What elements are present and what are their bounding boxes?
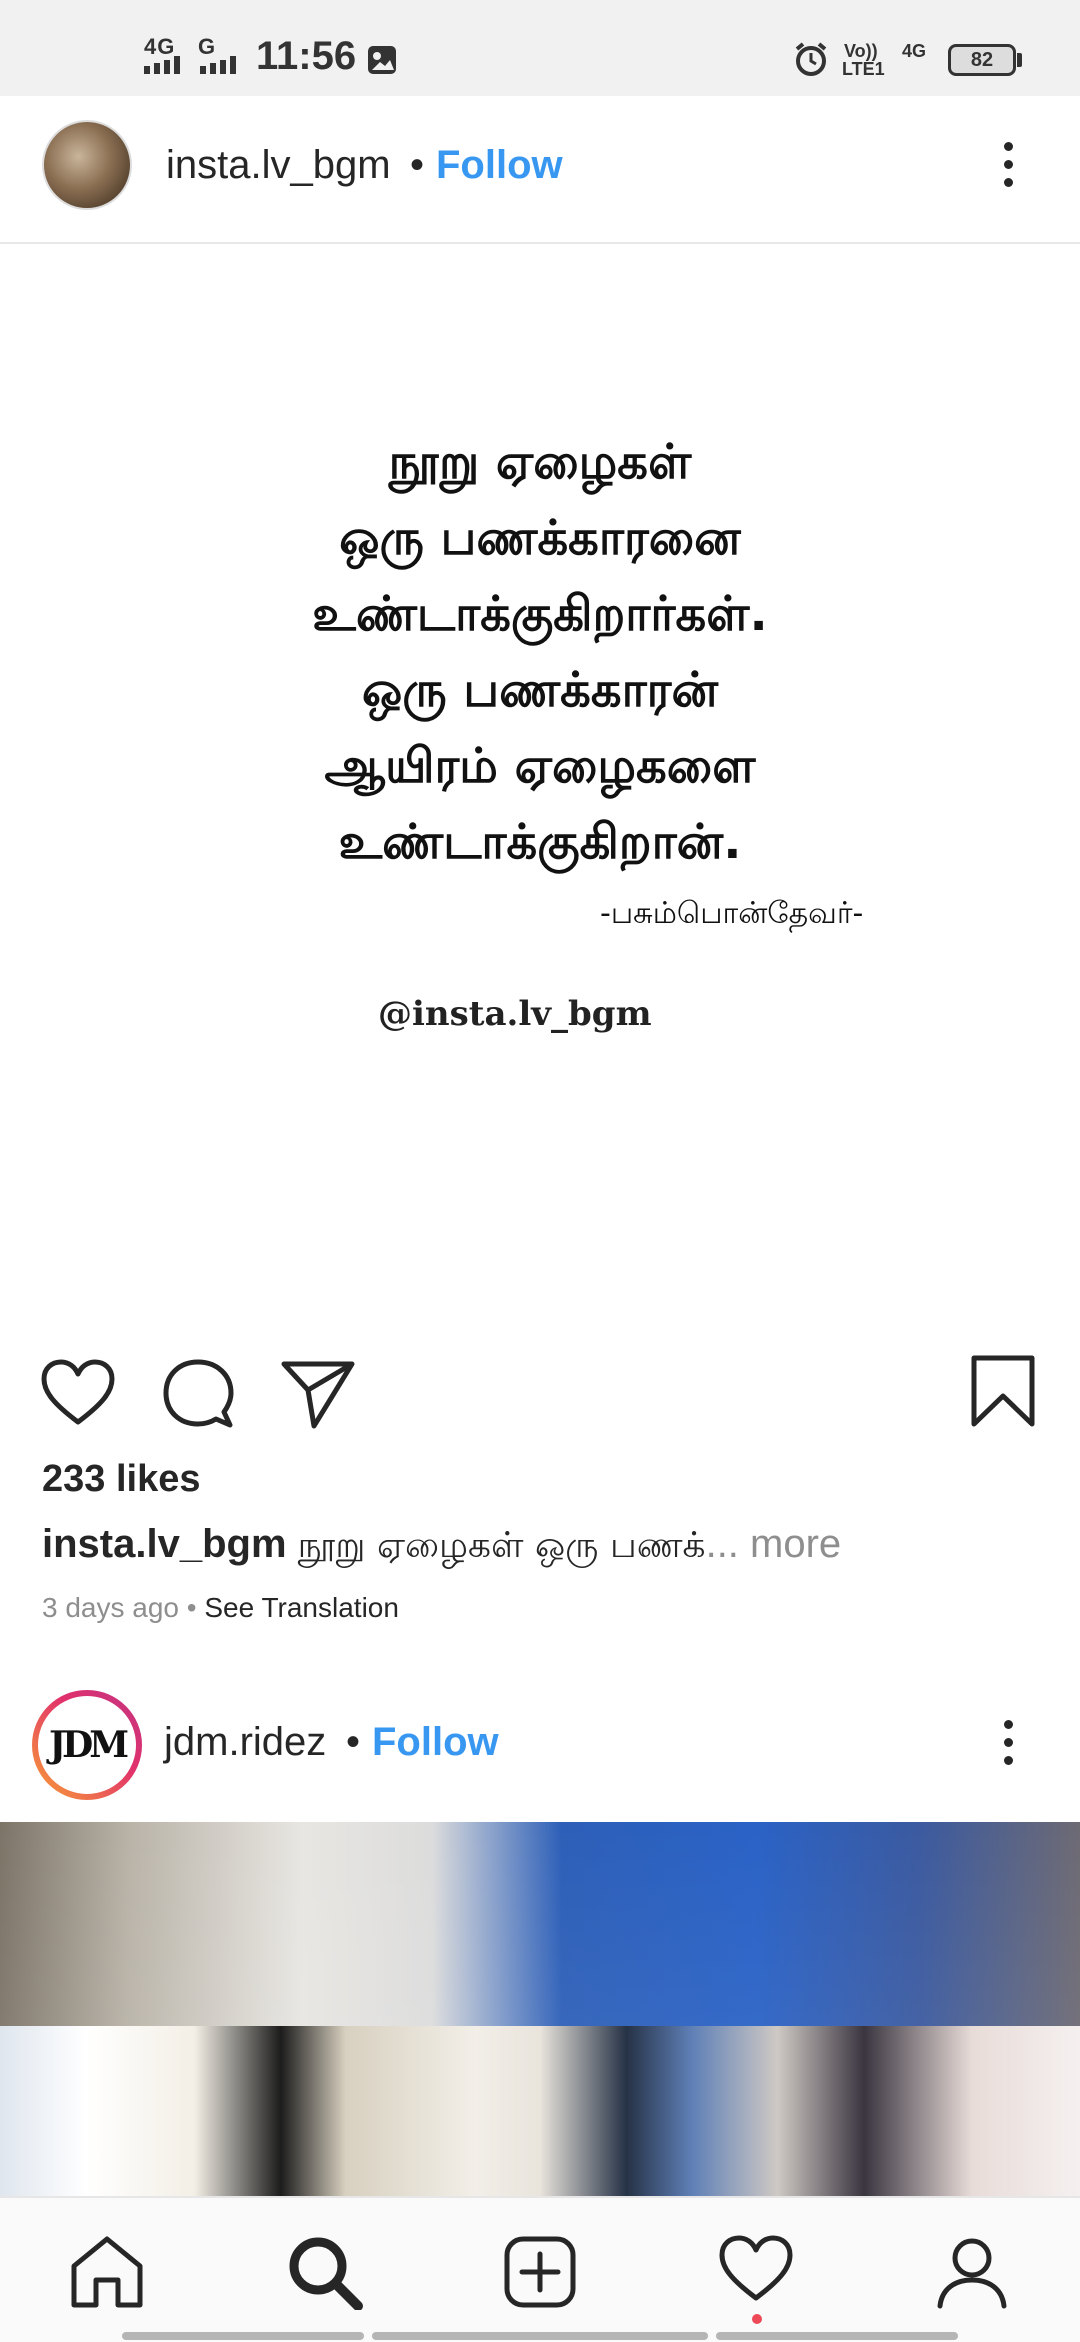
send-icon[interactable] [280, 1358, 356, 1435]
post-header: JDM jdm.ridez • Follow [0, 1680, 1080, 1820]
avatar-story-ring[interactable]: JDM [32, 1690, 142, 1800]
separator-dot: • [410, 143, 425, 187]
post-video[interactable] [0, 1822, 1080, 2196]
gesture-bar-center [372, 2332, 708, 2340]
quote-line: ஒரு பணக்காரனை [339, 510, 741, 566]
separator-dot: • [346, 1720, 361, 1764]
gesture-bar-right [716, 2332, 958, 2340]
bottom-navigation [0, 2196, 1080, 2342]
search-icon[interactable] [286, 2234, 364, 2315]
video-frame [0, 2026, 1080, 2196]
see-translation-link[interactable]: See Translation [204, 1592, 399, 1623]
alarm-icon [792, 40, 830, 83]
status-bar: 4G G 11:56 Vo)) LTE1 4G 82 [0, 0, 1080, 96]
quote-text: நூறு ஏழைகள் ஒரு பணக்காரனை உண்டாக்குகிறார… [0, 424, 1080, 880]
avatar[interactable]: JDM [38, 1696, 136, 1794]
post-header: insta.lv_bgm • Follow [0, 96, 1080, 244]
meta-separator: • [179, 1592, 205, 1623]
quote-author: -பசும்பொன்தேவர்- [600, 896, 864, 931]
profile-icon[interactable] [934, 2234, 1010, 2315]
quote-line: உண்டாக்குகிறான். [338, 814, 742, 870]
quote-line: உண்டாக்குகிறார்கள். [312, 586, 768, 642]
more-options-icon[interactable] [1002, 142, 1014, 187]
follow-button[interactable]: Follow [372, 1720, 499, 1765]
quote-line: ஆயிரம் ஏழைகளை [324, 738, 756, 794]
gallery-notification-icon [366, 44, 398, 81]
quote-line: ஒரு பணக்காரன் [361, 662, 719, 718]
battery-indicator: 82 [948, 44, 1016, 76]
video-blur-area [0, 1822, 1080, 2026]
follow-button[interactable]: Follow [436, 143, 563, 188]
post-meta: 3 days ago • See Translation [42, 1592, 399, 1624]
post-caption[interactable]: insta.lv_bgm நூறு ஏழைகள் ஒரு பணக்... mor… [42, 1522, 841, 1571]
post-username[interactable]: insta.lv_bgm [166, 143, 391, 188]
caption-more-link[interactable]: ... more [706, 1522, 842, 1566]
signal-bars-2-icon [200, 56, 246, 79]
add-post-icon[interactable] [502, 2234, 578, 2315]
quote-line: நூறு ஏழைகள் [388, 434, 692, 490]
avatar[interactable] [42, 120, 132, 210]
more-options-icon[interactable] [1002, 1720, 1014, 1765]
comment-icon[interactable] [162, 1358, 234, 1435]
gesture-bar-left [122, 2332, 364, 2340]
post-actions [0, 1340, 1080, 1450]
heart-icon[interactable] [40, 1358, 116, 1433]
avatar-logo-text: JDM [48, 1724, 129, 1766]
lte-indicator: LTE1 [842, 59, 885, 79]
watermark-handle: @insta.lv_bgm [378, 994, 652, 1034]
signal-bars-1-icon [144, 56, 190, 79]
battery-tip [1017, 53, 1022, 67]
home-icon[interactable] [68, 2234, 146, 2315]
likes-count[interactable]: 233 likes [42, 1458, 200, 1501]
activity-heart-icon[interactable] [718, 2234, 794, 2309]
network-indicator-3: 4G [902, 41, 927, 61]
post-timestamp: 3 days ago [42, 1592, 179, 1623]
notification-dot [752, 2314, 762, 2324]
bookmark-icon[interactable] [970, 1354, 1036, 1433]
post-image[interactable]: நூறு ஏழைகள் ஒரு பணக்காரனை உண்டாக்குகிறார… [0, 244, 1080, 1314]
caption-text: நூறு ஏழைகள் ஒரு பணக் [297, 1525, 706, 1566]
volte-indicator: Vo)) [844, 41, 878, 61]
caption-username[interactable]: insta.lv_bgm [42, 1522, 287, 1566]
clock: 11:56 [256, 34, 357, 78]
post-username[interactable]: jdm.ridez [164, 1720, 326, 1765]
